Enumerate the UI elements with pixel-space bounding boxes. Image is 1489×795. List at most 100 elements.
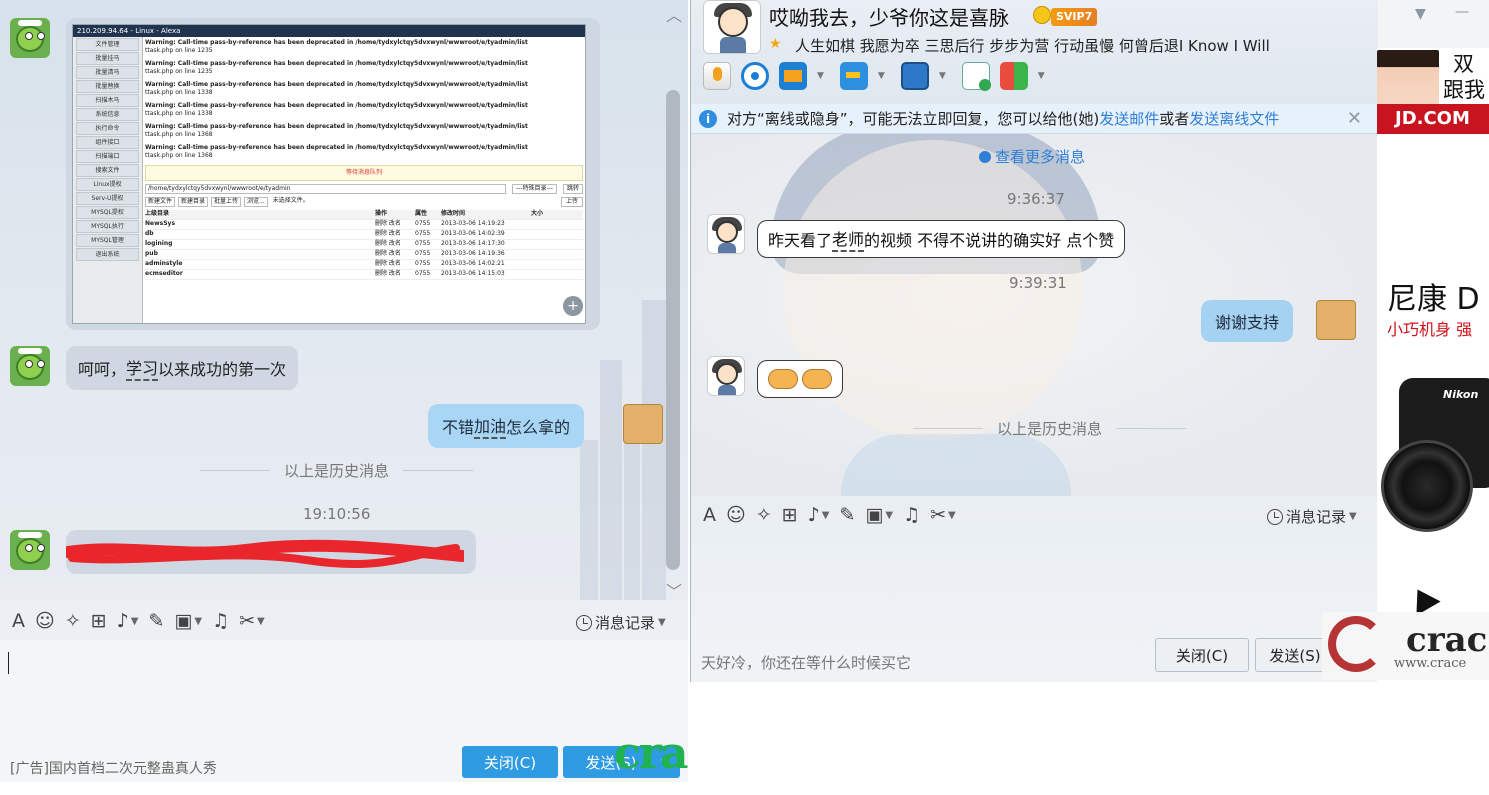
image-icon[interactable]: ▣ ▼ bbox=[174, 610, 202, 632]
right-input-area[interactable]: A ☺ ✧ ⊞ ♪ ▼ ✎ ▣ ▼ ♫ ✂ ▼ 消息记录 ▼ 天好冷，你还在等什么时候… bbox=[691, 496, 1378, 682]
screenshot-icon[interactable]: ⊞ bbox=[782, 504, 798, 526]
music-icon[interactable]: ♫ bbox=[212, 610, 229, 632]
contact-avatar[interactable] bbox=[707, 356, 745, 396]
nikon-ad-subtitle: 小巧机身 强 bbox=[1387, 320, 1473, 339]
voice-icon[interactable]: ♪ ▼ bbox=[808, 504, 830, 526]
input-hint-ad[interactable]: 天好冷，你还在等什么时候买它 bbox=[701, 652, 911, 673]
emoji-icon[interactable]: ☺ bbox=[35, 610, 55, 632]
close-button[interactable]: 关闭(C) bbox=[462, 746, 558, 778]
thumb-btn: 批量上传 bbox=[211, 197, 242, 207]
text-cursor bbox=[8, 652, 9, 674]
received-message-bubble: 昨天看了 老师 的视频 不得不说讲的确实好 点个赞 bbox=[757, 220, 1126, 258]
contact-avatar[interactable] bbox=[703, 0, 761, 54]
thumb-path: /home/tydxylctqy5dvxwynl/wwwroot/e/tyadm… bbox=[145, 184, 506, 194]
font-icon[interactable]: A bbox=[703, 504, 716, 526]
vip-emoji-icon bbox=[1033, 6, 1051, 24]
thumb-table-row: pub 删除 改名 0755 2013-03-06 14:19:36 bbox=[145, 250, 583, 260]
my-avatar[interactable] bbox=[1316, 300, 1356, 340]
right-input-toolbar: A ☺ ✧ ⊞ ♪ ▼ ✎ ▣ ▼ ♫ ✂ ▼ bbox=[703, 504, 956, 526]
font-icon[interactable]: A bbox=[12, 610, 25, 632]
my-avatar[interactable] bbox=[623, 404, 663, 444]
apps-icon[interactable] bbox=[999, 62, 1028, 90]
send-email-link[interactable]: 发送邮件 bbox=[1099, 108, 1159, 129]
share-screen-icon[interactable] bbox=[779, 62, 807, 90]
thumb-menu-item: MYSQL提权 bbox=[76, 206, 139, 219]
thumb-select: ---特殊目录--- bbox=[511, 184, 557, 194]
shake-icon[interactable]: ✧ bbox=[756, 504, 772, 526]
thumb-menu-item: 批量挂马 bbox=[76, 52, 139, 65]
contact-avatar[interactable] bbox=[10, 530, 50, 570]
voice-icon[interactable]: ♪ ▼ bbox=[117, 610, 139, 632]
view-more-messages-link[interactable]: 查看更多消息 bbox=[979, 146, 1085, 167]
scissors-icon[interactable]: ✂ ▼ bbox=[239, 610, 265, 632]
watermark-url: www.crace bbox=[1394, 656, 1467, 671]
screenshot-icon[interactable]: ⊞ bbox=[91, 610, 107, 632]
send-offline-file-link[interactable]: 发送离线文件 bbox=[1189, 108, 1279, 129]
close-icon[interactable]: ✕ bbox=[1347, 108, 1362, 129]
shake-icon[interactable]: ✧ bbox=[65, 610, 81, 632]
sent-message-bubble: 谢谢支持 bbox=[1201, 300, 1294, 342]
message-history-button[interactable]: 消息记录 ▼ bbox=[1267, 506, 1357, 527]
emoji-icon[interactable]: ☺ bbox=[726, 504, 746, 526]
contact-name: 哎呦我去，少爷你这是喜脉 bbox=[769, 6, 1009, 30]
scroll-up-icon[interactable]: ︿ bbox=[666, 2, 682, 26]
edit-icon[interactable]: ✎ bbox=[840, 504, 856, 526]
thumb-table-row: logining 删除 改名 0755 2013-03-06 14:17:30 bbox=[145, 240, 583, 250]
thumb-menu-item: 退出系统 bbox=[76, 248, 139, 261]
ad-text-link[interactable]: [广告]国内首档二次元整蛊真人秀 bbox=[10, 758, 217, 778]
video-call-icon[interactable] bbox=[741, 62, 769, 90]
image-icon[interactable]: ▣ ▼ bbox=[865, 504, 893, 526]
music-icon[interactable]: ♫ bbox=[903, 504, 920, 526]
ad-panel[interactable]: 双 跟我 JD.COM 尼康 D 小巧机身 强 Nikon bbox=[1377, 48, 1489, 682]
right-message-area: 查看更多消息 9:36:37 昨天看了 老师 的视频 不得不说讲的确实好 点个赞 9… bbox=[691, 134, 1378, 496]
watermark-text: crac bbox=[614, 728, 688, 779]
left-chat-window: 210.209.94.64 - Linux - Alexa 文件管理 批量挂马 … bbox=[0, 0, 688, 782]
chat-header: 哎呦我去，少爷你这是喜脉 SVIP7 ★ 人生如棋 我愿为卒 三思后行 步步为营… bbox=[691, 0, 1469, 104]
close-button[interactable]: 关闭(C) bbox=[1155, 638, 1249, 672]
thumb-table-row: db 删除 改名 0755 2013-03-06 14:02:39 bbox=[145, 230, 583, 240]
thumb-menu-item: 扫描木马 bbox=[76, 94, 139, 107]
microphone-icon[interactable] bbox=[703, 62, 731, 90]
thumb-menu-item: 执行命令 bbox=[76, 122, 139, 135]
cursor-arrow-icon bbox=[1405, 582, 1441, 616]
thumb-warning: Warning: Call-time pass-by-reference has… bbox=[145, 60, 528, 75]
thumb-menu-item: 系统信息 bbox=[76, 108, 139, 121]
message-history-button[interactable]: 消息记录 ▼ bbox=[576, 612, 666, 633]
remote-desktop-icon[interactable] bbox=[900, 62, 929, 90]
thumb-table-row: NewsSys 删除 改名 0755 2013-03-06 14:19:23 bbox=[145, 220, 583, 230]
thumb-menu-item: 批量清马 bbox=[76, 66, 139, 79]
history-divider: 以上是历史消息 bbox=[899, 418, 1200, 439]
history-divider: 以上是历史消息 bbox=[186, 460, 487, 481]
send-file-icon[interactable] bbox=[839, 62, 868, 90]
screenshot-thumbnail[interactable]: 210.209.94.64 - Linux - Alexa 文件管理 批量挂马 … bbox=[72, 24, 586, 324]
minimize-icon[interactable]: — bbox=[1455, 4, 1469, 20]
chevron-down-icon[interactable]: ▼ bbox=[1415, 6, 1426, 22]
thumb-menu-item: MYSQL管理 bbox=[76, 234, 139, 247]
thumb-menu-item: 搜索文件 bbox=[76, 164, 139, 177]
message-timestamp: 19:10:56 bbox=[303, 505, 371, 523]
ad-text-line2: 跟我 bbox=[1443, 78, 1485, 102]
contact-avatar[interactable] bbox=[707, 214, 745, 254]
contact-avatar[interactable] bbox=[10, 346, 50, 386]
thumbnail-title: 210.209.94.64 - Linux - Alexa bbox=[73, 25, 585, 37]
vip-badge[interactable]: SVIP7 bbox=[1051, 8, 1098, 26]
message-manager-icon[interactable] bbox=[961, 62, 991, 91]
thumb-btn: 新建目录 bbox=[178, 197, 209, 207]
star-icon: ★ bbox=[769, 36, 782, 52]
offline-notice-bar: i 对方“离线或隐身”，可能无法立即回复，您可以给他(她) 发送邮件 或者 发送离线文… bbox=[691, 104, 1378, 134]
scissors-icon[interactable]: ✂ ▼ bbox=[930, 504, 956, 526]
zoom-icon[interactable]: + bbox=[563, 296, 583, 316]
contact-avatar[interactable] bbox=[10, 18, 50, 58]
thumb-btn: 未选择文件。 bbox=[272, 197, 309, 204]
watermark-word: crac bbox=[1406, 620, 1488, 660]
thumb-warning: Warning: Call-time pass-by-reference has… bbox=[145, 123, 528, 138]
scroll-down-icon[interactable]: ﹀ bbox=[666, 578, 682, 602]
thumb-warning: Warning: Call-time pass-by-reference has… bbox=[145, 102, 528, 117]
message-scrollbar[interactable] bbox=[666, 90, 680, 570]
thumb-menu-item: 批量替换 bbox=[76, 80, 139, 93]
edit-icon[interactable]: ✎ bbox=[149, 610, 165, 632]
thumb-btn: 新建文件 bbox=[145, 197, 176, 207]
craceo-logo-icon bbox=[1328, 616, 1384, 672]
message-timestamp: 9:36:37 bbox=[1007, 190, 1065, 208]
red-redaction-scribble bbox=[66, 539, 464, 569]
